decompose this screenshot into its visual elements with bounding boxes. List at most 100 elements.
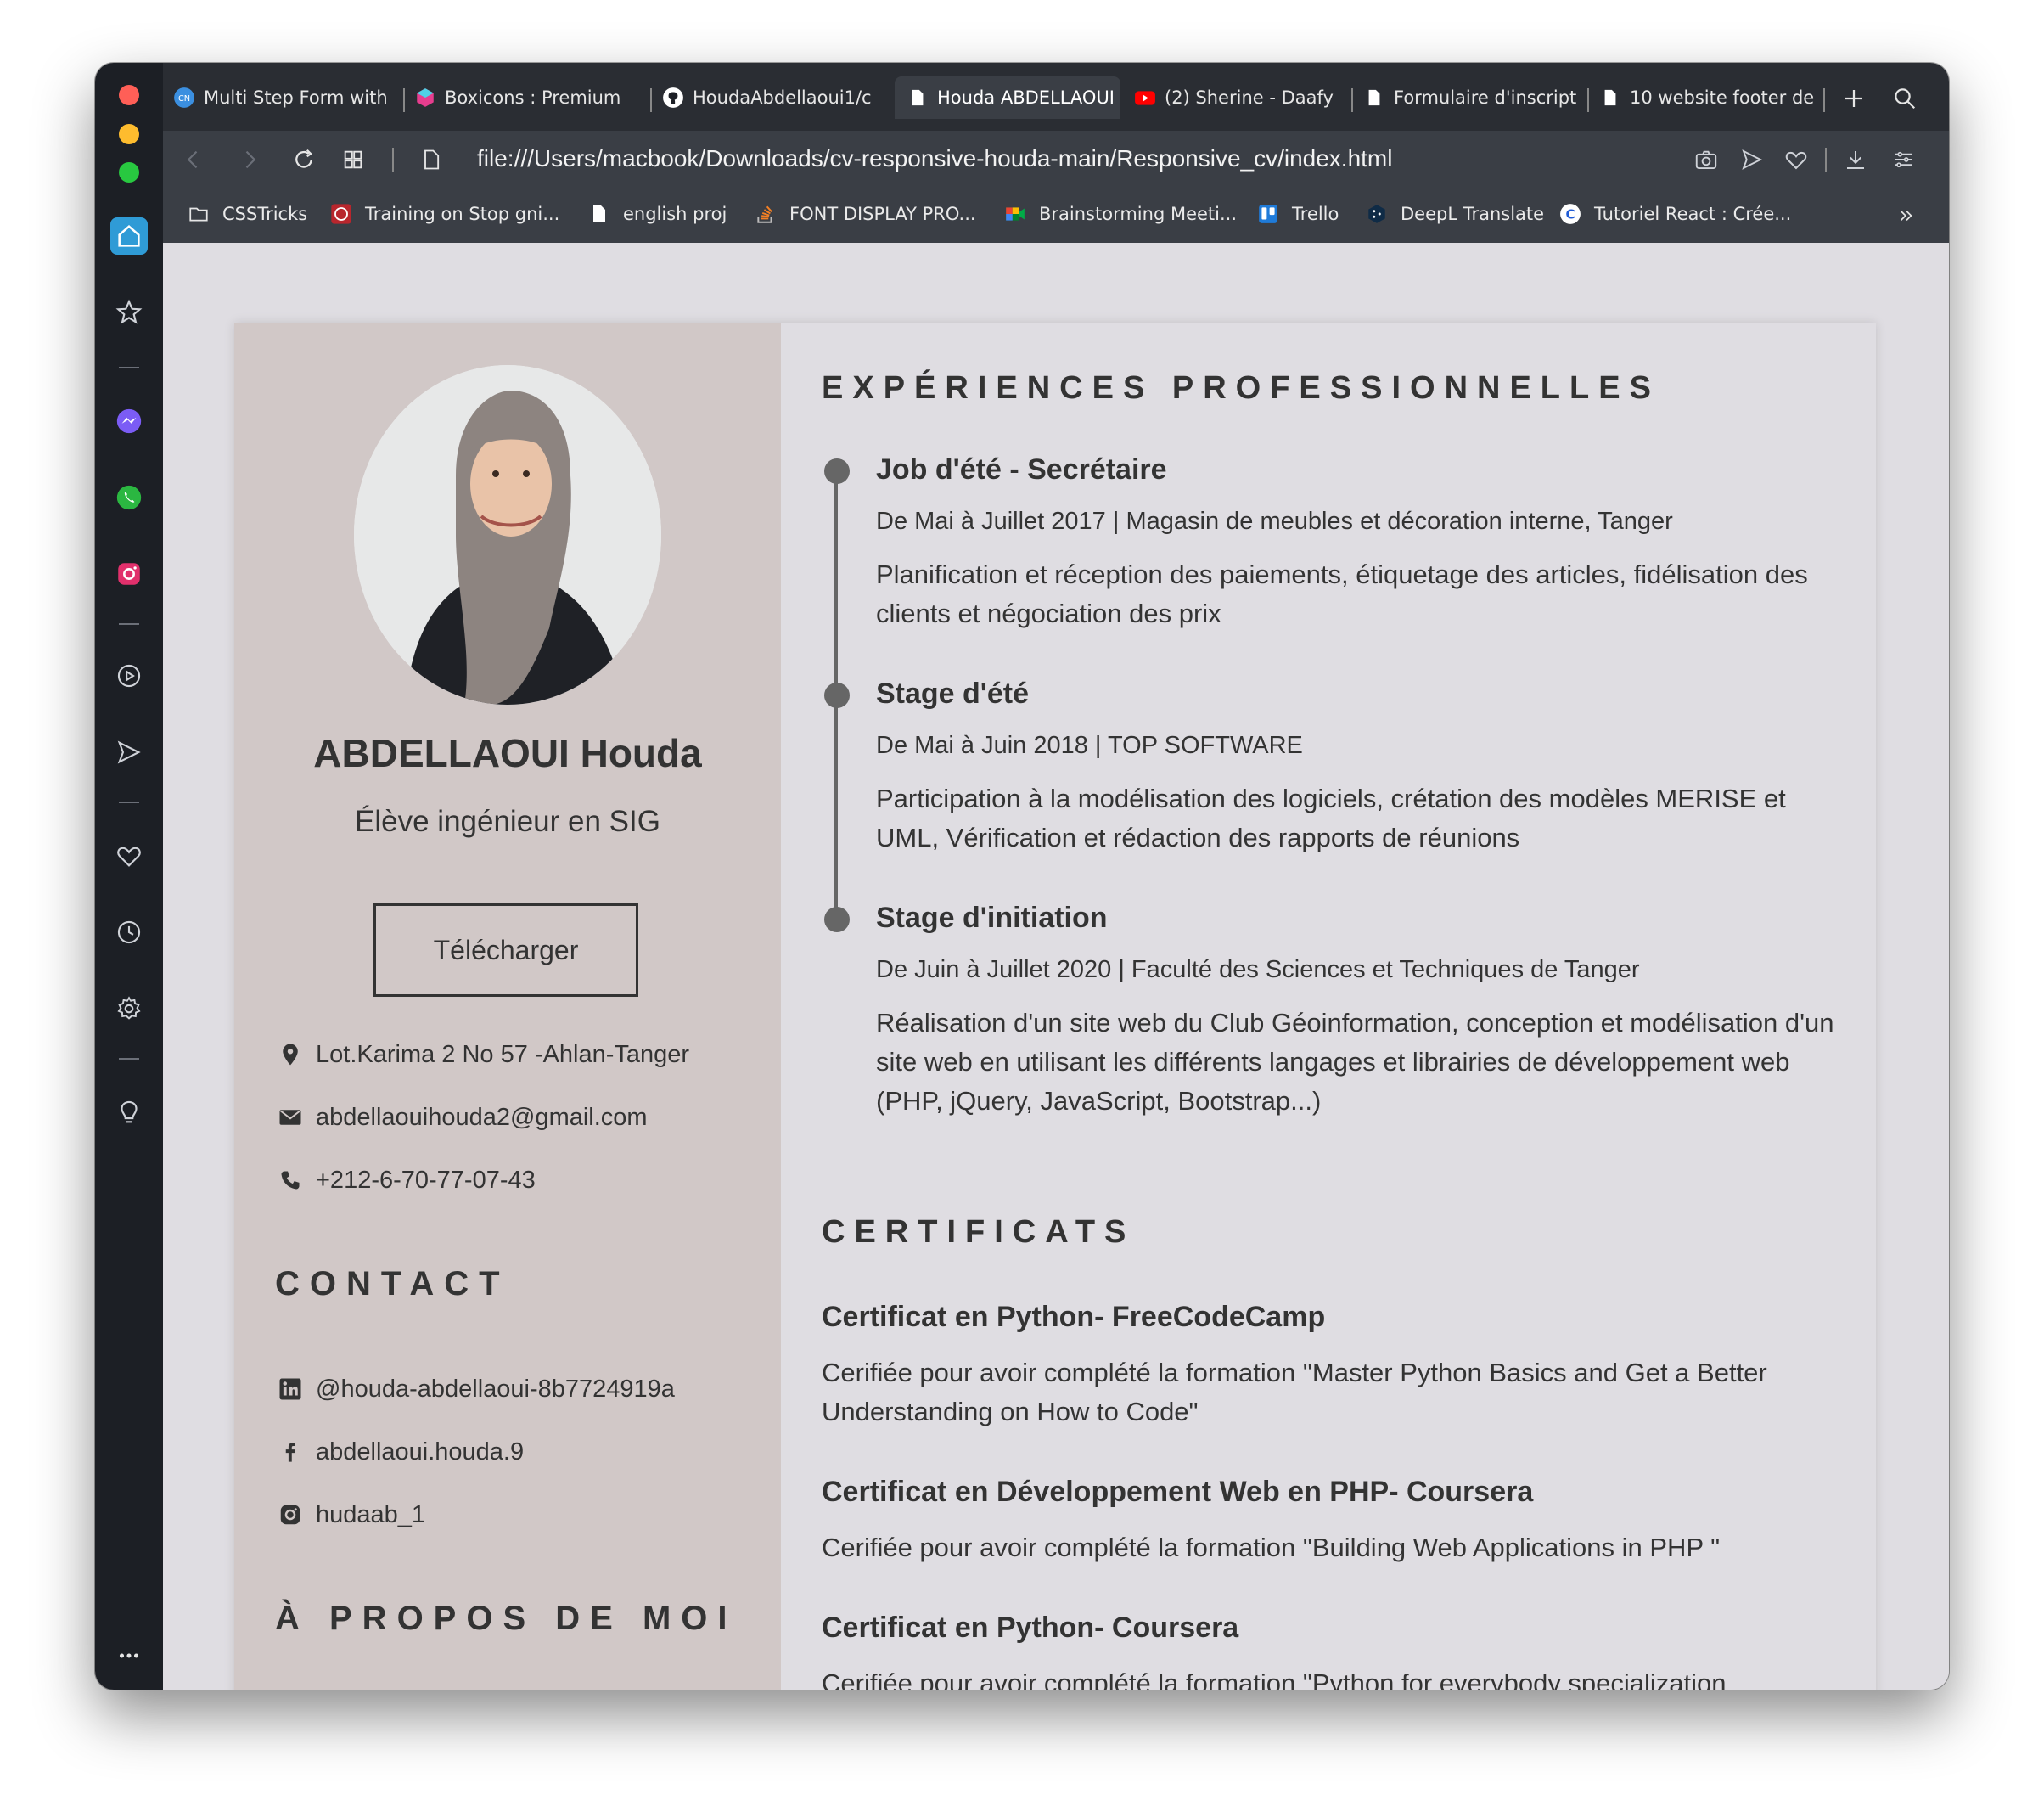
cv-role: Élève ingénieur en SIG <box>355 805 660 838</box>
settings-icon[interactable] <box>110 990 148 1027</box>
contact-title: CONTACT <box>275 1265 510 1302</box>
bookmark-tutoriel-react[interactable]: C Tutoriel React : Crée... <box>1558 199 1791 229</box>
send-icon[interactable] <box>110 734 148 771</box>
bookmark-label: DeepL Translate <box>1401 204 1545 224</box>
tab-label: Houda ABDELLAOUI <box>937 87 1115 108</box>
tab-divider <box>1823 88 1825 112</box>
download-icon[interactable] <box>1842 146 1869 173</box>
envelope-icon <box>275 1102 306 1133</box>
reload-icon[interactable] <box>290 146 317 173</box>
timeline-dot <box>824 907 850 932</box>
experience-title: EXPÉRIENCES PROFESSIONNELLES <box>822 370 1660 406</box>
codingnepal-icon: CN <box>173 87 195 109</box>
sidebar-divider <box>119 367 139 368</box>
phone-row: +212-6-70-77-07-43 <box>275 1163 536 1197</box>
facebook-text[interactable]: abdellaoui.houda.9 <box>316 1438 524 1466</box>
linkedin-text[interactable]: @houda-abdellaoui-8b7724919a <box>316 1375 675 1404</box>
bookmark-deepl[interactable]: DeepL Translate <box>1365 199 1544 229</box>
more-icon[interactable] <box>110 1637 148 1674</box>
messenger-icon[interactable] <box>110 402 148 440</box>
browser-window: CN Multi Step Form with Boxicons : Premi… <box>95 63 1949 1690</box>
tab-formulaire[interactable]: Formulaire d'inscript <box>1363 76 1581 119</box>
easy-setup-icon[interactable] <box>1890 146 1917 173</box>
bookmark-heart-icon[interactable] <box>1783 146 1810 173</box>
training-icon <box>329 202 353 226</box>
history-icon[interactable] <box>110 914 148 951</box>
sidebar-divider <box>119 623 139 625</box>
bookmark-english-proj[interactable]: english proj <box>587 199 727 229</box>
tab-footer-designs[interactable]: 10 website footer de <box>1599 76 1817 119</box>
tab-houda-abdellaoui[interactable]: Houda ABDELLAOUI <box>895 76 1120 119</box>
address-row: Lot.Karima 2 No 57 -Ahlan-Tanger <box>275 1038 689 1072</box>
profile-photo <box>354 365 661 705</box>
url-field[interactable]: file:///Users/macbook/Downloads/cv-respo… <box>477 141 1392 177</box>
address-divider <box>1825 148 1827 172</box>
email-row: abdellaouihouda2@gmail.com <box>275 1100 648 1134</box>
lightbulb-icon[interactable] <box>110 1094 148 1131</box>
certificate-title: Certificat en Développement Web en PHP- … <box>822 1476 1534 1508</box>
bookmark-training[interactable]: Training on Stop gni... <box>329 199 559 229</box>
minimize-window-button[interactable] <box>119 124 139 144</box>
linkedin-icon <box>275 1374 306 1404</box>
browser-sidebar <box>95 63 163 1690</box>
bookmark-label: english proj <box>623 204 727 224</box>
player-icon[interactable] <box>110 657 148 695</box>
instagram-text[interactable]: hudaab_1 <box>316 1501 425 1529</box>
address-text: Lot.Karima 2 No 57 -Ahlan-Tanger <box>316 1040 690 1068</box>
tab-boxicons[interactable]: Boxicons : Premium <box>414 76 643 119</box>
heart-icon[interactable] <box>110 837 148 875</box>
tab-label: HoudaAbdellaoui1/c <box>693 87 872 108</box>
cv-right-column: EXPÉRIENCES PROFESSIONNELLES Job d'été -… <box>781 323 1876 1690</box>
job-meta: De Juin à Juillet 2020 | Faculté des Sci… <box>876 956 1640 983</box>
stackoverflow-icon <box>754 202 778 226</box>
bookmark-brainstorming[interactable]: Brainstorming Meeti... <box>1003 199 1237 229</box>
boxicons-icon <box>414 87 436 109</box>
cv-card: ABDELLAOUI Houda Élève ingénieur en SIG … <box>234 323 1876 1690</box>
address-divider <box>392 148 394 172</box>
folder-icon <box>187 202 211 226</box>
tab-label: Multi Step Form with <box>204 87 388 108</box>
new-tab-icon[interactable] <box>1840 85 1867 112</box>
search-tabs-icon[interactable] <box>1891 85 1918 112</box>
document-icon <box>1363 87 1385 109</box>
location-pin-icon <box>275 1039 306 1070</box>
job-title: Stage d'été <box>876 678 1030 710</box>
tab-sherine-daafy[interactable]: (2) Sherine - Daafy <box>1134 76 1346 119</box>
deepl-icon <box>1365 202 1389 226</box>
file-page-icon[interactable] <box>418 146 445 173</box>
coursera-icon: C <box>1558 202 1582 226</box>
home-icon[interactable] <box>110 217 148 255</box>
certificate-title: Certificat en Python- FreeCodeCamp <box>822 1301 1326 1333</box>
bookmark-csstricks[interactable]: CSSTricks <box>187 199 307 229</box>
bookmark-font-display[interactable]: FONT DISPLAY PRO... <box>754 199 976 229</box>
svg-text:CN: CN <box>178 94 190 104</box>
maximize-window-button[interactable] <box>119 162 139 183</box>
trello-icon <box>1256 202 1280 226</box>
tab-divider <box>650 88 652 112</box>
tab-multi-step-form[interactable]: CN Multi Step Form with <box>173 76 396 119</box>
forward-icon[interactable] <box>236 146 263 173</box>
address-bar: file:///Users/macbook/Downloads/cv-respo… <box>163 131 1949 187</box>
more-bookmarks-icon[interactable] <box>1893 202 1920 229</box>
svg-text:C: C <box>1565 206 1575 222</box>
email-text[interactable]: abdellaouihouda2@gmail.com <box>316 1104 648 1132</box>
tab-bar: CN Multi Step Form with Boxicons : Premi… <box>163 63 1949 131</box>
certificate-desc: Cerifiée pour avoir complété la formatio… <box>822 1668 1727 1690</box>
instagram-icon[interactable] <box>110 555 148 593</box>
speed-dial-icon[interactable] <box>110 294 148 331</box>
tiles-icon[interactable] <box>340 146 367 173</box>
sidebar-divider <box>119 1058 139 1060</box>
flow-send-icon[interactable] <box>1738 146 1766 173</box>
certificate-title: Certificat en Python- Coursera <box>822 1612 1239 1644</box>
close-window-button[interactable] <box>119 85 139 105</box>
download-button[interactable]: Télécharger <box>373 903 638 997</box>
phone-icon <box>275 1165 306 1195</box>
tab-github[interactable]: HoudaAbdellaoui1/c <box>662 76 884 119</box>
snapshot-icon[interactable] <box>1693 146 1720 173</box>
bookmark-label: Training on Stop gni... <box>365 204 560 224</box>
back-icon[interactable] <box>180 146 207 173</box>
bookmark-trello[interactable]: Trello <box>1256 199 1339 229</box>
certificate-desc: Cerifiée pour avoir complété la formatio… <box>822 1533 1721 1562</box>
whatsapp-icon[interactable] <box>110 479 148 516</box>
about-title: À PROPOS DE MOI <box>275 1600 738 1637</box>
